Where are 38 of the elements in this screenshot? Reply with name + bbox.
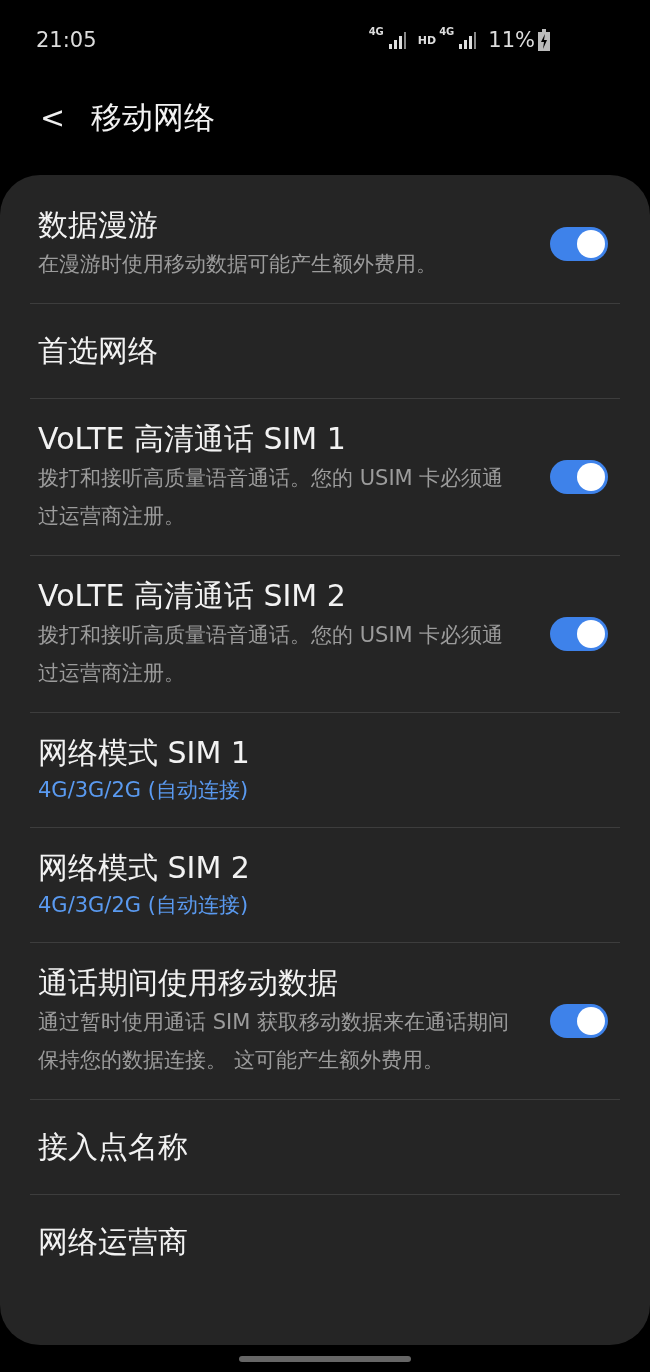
item-title: VoLTE 高清通话 SIM 2	[38, 577, 347, 615]
back-button[interactable]: <	[36, 100, 70, 135]
settings-item[interactable]: 网络模式 SIM 1 4G/3G/2G (自动连接)	[30, 713, 620, 828]
settings-item[interactable]: 首选网络	[30, 304, 620, 399]
network-type: 4G	[368, 26, 384, 37]
item-title: 网络模式 SIM 1	[38, 734, 251, 772]
item-description: 拨打和接听高质量语音通话。您的 USIM 卡必须通过运营商注册。	[38, 465, 505, 530]
home-indicator[interactable]	[239, 1355, 411, 1362]
item-title: 首选网络	[38, 332, 159, 370]
settings-item[interactable]: 通话期间使用移动数据 通过暂时使用通话 SIM 获取移动数据来在通话期间保持您的数据连接。 这可能产生额外费用。	[30, 943, 620, 1100]
battery-level: 11%	[488, 28, 535, 52]
item-description: 拨打和接听高质量语音通话。您的 USIM 卡必须通过运营商注册。	[38, 622, 505, 687]
page-title: 移动网络	[91, 97, 216, 137]
item-title: 通话期间使用移动数据	[38, 964, 339, 1002]
signal-icon	[386, 30, 409, 50]
item-description: 在漫游时使用移动数据可能产生额外费用。	[38, 251, 438, 278]
settings-item[interactable]: 数据漫游 在漫游时使用移动数据可能产生额外费用。	[30, 185, 620, 304]
settings-item[interactable]: VoLTE 高清通话 SIM 1 拨打和接听高质量语音通话。您的 USIM 卡必须通过运营商注册。	[30, 399, 620, 556]
toggle-switch[interactable]	[550, 460, 608, 494]
toggle-switch[interactable]	[550, 617, 608, 651]
network-type: 4G	[439, 26, 455, 37]
settings-item[interactable]: 网络模式 SIM 2 4G/3G/2G (自动连接)	[30, 828, 620, 943]
toggle-switch[interactable]	[550, 1004, 608, 1038]
toggle-switch[interactable]	[550, 227, 608, 261]
hd-indicator: HD	[417, 33, 437, 47]
settings-item[interactable]: 接入点名称	[30, 1100, 620, 1195]
item-title: 网络运营商	[38, 1223, 189, 1261]
item-title: 网络模式 SIM 2	[38, 849, 251, 887]
clock-time: 21:05	[36, 28, 97, 52]
item-title: VoLTE 高清通话 SIM 1	[38, 420, 347, 458]
item-description: 通过暂时使用通话 SIM 获取移动数据来在通话期间保持您的数据连接。 这可能产生额外费用。	[38, 1009, 510, 1074]
item-value: 4G/3G/2G (自动连接)	[38, 777, 250, 804]
item-title: 接入点名称	[38, 1128, 189, 1166]
item-title: 数据漫游	[38, 206, 159, 244]
settings-item[interactable]: VoLTE 高清通话 SIM 2 拨打和接听高质量语音通话。您的 USIM 卡必须通过运营商注册。	[30, 556, 620, 713]
charging-battery-icon	[538, 29, 550, 51]
settings-item[interactable]: 网络运营商	[30, 1195, 620, 1289]
item-value: 4G/3G/2G (自动连接)	[38, 892, 250, 919]
